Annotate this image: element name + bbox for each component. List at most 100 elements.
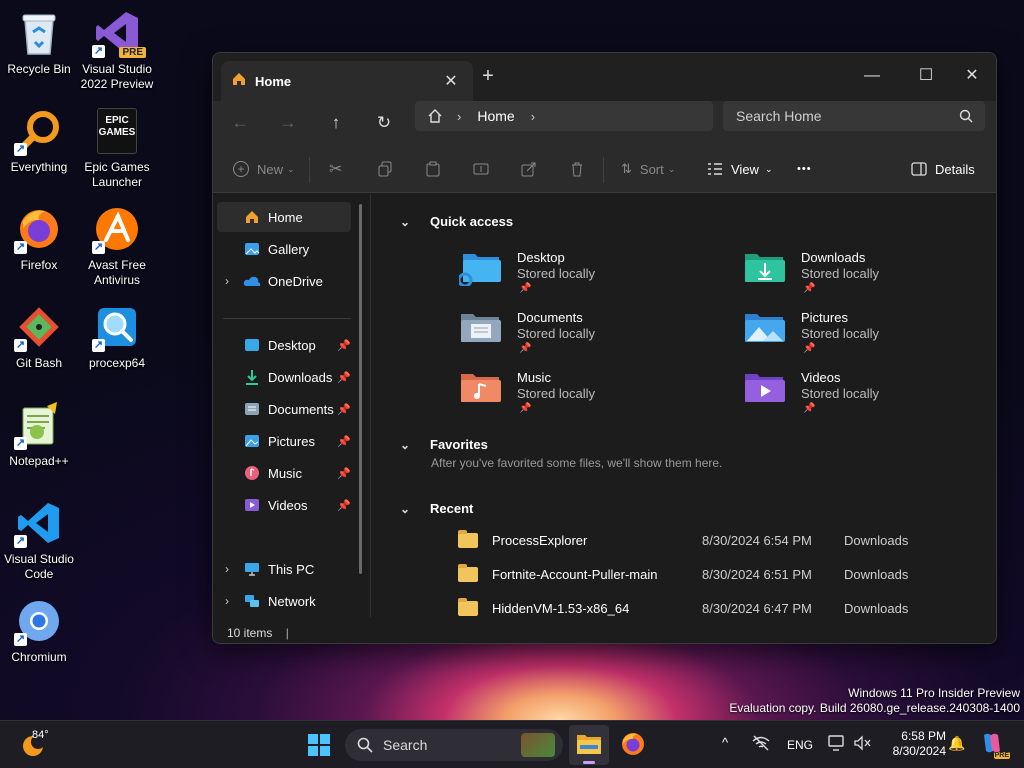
- recent-name: ProcessExplorer: [492, 532, 588, 548]
- details-label: Details: [935, 161, 975, 177]
- sidebar-item-label: Pictures: [268, 433, 315, 449]
- pin-icon: 📌: [803, 403, 816, 414]
- sort-button[interactable]: ⇅ Sort ⌄: [621, 158, 675, 180]
- breadcrumb-home[interactable]: Home: [477, 108, 514, 124]
- delete-icon[interactable]: [569, 158, 585, 180]
- search-box[interactable]: Search Home: [723, 101, 985, 131]
- details-button[interactable]: Details: [911, 158, 975, 180]
- copilot-button[interactable]: PRE: [980, 731, 1010, 759]
- maximize-button[interactable]: ☐: [903, 61, 949, 91]
- quick-access-item-desktop[interactable]: Desktop Stored locally 📌: [459, 246, 719, 302]
- toolbar-divider: [309, 157, 310, 183]
- documents-folder-icon: [461, 314, 501, 342]
- chevron-right-icon[interactable]: ›: [225, 274, 229, 288]
- recent-row[interactable]: Fortnite-Account-Puller-main 8/30/2024 6…: [458, 560, 988, 588]
- sidebar-item-desktop[interactable]: Desktop 📌: [217, 330, 351, 360]
- recent-header[interactable]: ⌄ Recent: [400, 501, 473, 516]
- sidebar-item-documents[interactable]: Documents 📌: [217, 394, 351, 424]
- recent-location: Downloads: [844, 566, 909, 582]
- desktop-icon-chromium[interactable]: ↗ Chromium: [0, 596, 78, 665]
- sidebar-item-label: OneDrive: [268, 273, 323, 289]
- sidebar-item-gallery[interactable]: Gallery: [217, 234, 351, 264]
- tab-home[interactable]: Home ✕: [221, 61, 473, 101]
- breadcrumb-chevron-icon[interactable]: ›: [531, 109, 535, 124]
- cut-icon[interactable]: ✂: [329, 158, 342, 180]
- desktop-icon-git-bash[interactable]: ↗ Git Bash: [0, 302, 78, 371]
- sidebar-item-home[interactable]: Home: [217, 202, 351, 232]
- view-button[interactable]: View ⌄: [707, 158, 773, 180]
- toolbar-divider: [603, 157, 604, 183]
- desktop-icon-epic-games[interactable]: EPIC GAMES Epic Games Launcher: [78, 106, 156, 190]
- recent-row[interactable]: HiddenVM-1.53-x86_64 8/30/2024 6:47 PM D…: [458, 594, 988, 622]
- sidebar-item-onedrive[interactable]: › OneDrive: [217, 266, 351, 296]
- desktop-icon-label: Epic Games Launcher: [84, 160, 150, 189]
- taskbar-firefox[interactable]: [620, 731, 648, 759]
- network-disconnected-icon[interactable]: [752, 735, 770, 754]
- forward-button[interactable]: →: [273, 109, 303, 137]
- refresh-button[interactable]: ↻: [369, 109, 399, 137]
- downloads-folder-icon: [745, 254, 785, 282]
- taskbar-search[interactable]: Search: [345, 729, 563, 761]
- search-input[interactable]: Search Home: [736, 108, 822, 124]
- desktop-icon-recycle-bin[interactable]: Recycle Bin: [0, 8, 78, 77]
- start-button[interactable]: [307, 733, 333, 759]
- copy-icon[interactable]: [377, 158, 393, 180]
- desktop-icon-avast[interactable]: ↗ Avast Free Antivirus: [78, 204, 156, 288]
- quick-access-item-music[interactable]: Music Stored locally 📌: [459, 366, 719, 422]
- taskbar-file-explorer[interactable]: [569, 725, 609, 765]
- close-window-button[interactable]: ✕: [949, 61, 995, 91]
- desktop-icon-notepad-plus-plus[interactable]: ↗ Notepad++: [0, 400, 78, 469]
- sidebar-item-videos[interactable]: Videos 📌: [217, 490, 351, 520]
- desktop-folder-icon: [243, 336, 261, 354]
- sidebar-item-music[interactable]: Music 📌: [217, 458, 351, 488]
- sidebar-item-this-pc[interactable]: › This PC: [217, 554, 351, 584]
- sidebar-item-downloads[interactable]: Downloads 📌: [217, 362, 351, 392]
- sidebar-item-pictures[interactable]: Pictures 📌: [217, 426, 351, 456]
- desktop-icon-visual-studio-2022-preview[interactable]: PRE ↗ Visual Studio 2022 Preview: [78, 8, 156, 92]
- quick-access-item-pictures[interactable]: Pictures Stored locally 📌: [743, 306, 996, 362]
- desktop-icon-procexp64[interactable]: ↗ procexp64: [78, 302, 156, 371]
- pin-icon: 📌: [337, 499, 351, 512]
- quick-access-header[interactable]: ⌄ Quick access: [400, 214, 513, 229]
- recent-name: HiddenVM-1.53-x86_64: [492, 600, 630, 616]
- sidebar-divider: [223, 318, 351, 319]
- rename-icon[interactable]: [473, 158, 489, 180]
- desktop-icon-everything[interactable]: ↗ Everything: [0, 106, 78, 175]
- paste-icon[interactable]: [425, 158, 441, 180]
- notification-bell-icon[interactable]: 🔔: [948, 735, 965, 752]
- up-button[interactable]: ↑: [321, 109, 351, 137]
- pin-icon: 📌: [337, 467, 351, 480]
- status-bar: 10 items |: [213, 621, 996, 643]
- chevron-right-icon[interactable]: ›: [225, 562, 229, 576]
- recent-row[interactable]: ProcessExplorer 8/30/2024 6:54 PM Downlo…: [458, 526, 988, 554]
- quick-access-status: Stored locally: [801, 266, 880, 281]
- new-button[interactable]: + New ⌄: [233, 158, 295, 180]
- new-tab-button[interactable]: +: [473, 65, 503, 88]
- clock[interactable]: 6:58 PM 8/30/2024: [882, 729, 946, 759]
- cloud-icon: [243, 272, 261, 290]
- desktop-icon-vscode[interactable]: ↗ Visual Studio Code: [0, 498, 78, 582]
- volume-muted-icon[interactable]: [854, 735, 872, 754]
- language-indicator[interactable]: ENG: [787, 738, 813, 752]
- quick-access-item-documents[interactable]: Documents Stored locally 📌: [459, 306, 719, 362]
- sidebar-scrollbar[interactable]: [359, 204, 362, 574]
- sidebar-item-network[interactable]: › Network: [217, 586, 351, 616]
- folder-icon: [458, 563, 478, 582]
- desktop-icon-label: procexp64: [88, 356, 146, 370]
- address-bar[interactable]: › Home ›: [415, 101, 713, 131]
- back-button[interactable]: ←: [225, 109, 255, 137]
- minimize-button[interactable]: —: [849, 61, 895, 91]
- quick-access-item-videos[interactable]: Videos Stored locally 📌: [743, 366, 996, 422]
- search-highlight-icon: [521, 733, 555, 757]
- more-options-button[interactable]: •••: [797, 158, 812, 180]
- show-hidden-icons-button[interactable]: ^: [722, 735, 728, 750]
- sidebar-item-label: Documents: [268, 401, 334, 417]
- weather-widget[interactable]: 84°: [20, 729, 60, 761]
- favorites-header[interactable]: ⌄ Favorites: [400, 437, 488, 452]
- quick-access-item-downloads[interactable]: Downloads Stored locally 📌: [743, 246, 996, 302]
- display-icon[interactable]: [828, 735, 846, 754]
- desktop-icon-firefox[interactable]: ↗ Firefox: [0, 204, 78, 273]
- share-icon[interactable]: [521, 158, 537, 180]
- tab-close-icon[interactable]: ✕: [441, 71, 461, 91]
- chevron-right-icon[interactable]: ›: [225, 594, 229, 608]
